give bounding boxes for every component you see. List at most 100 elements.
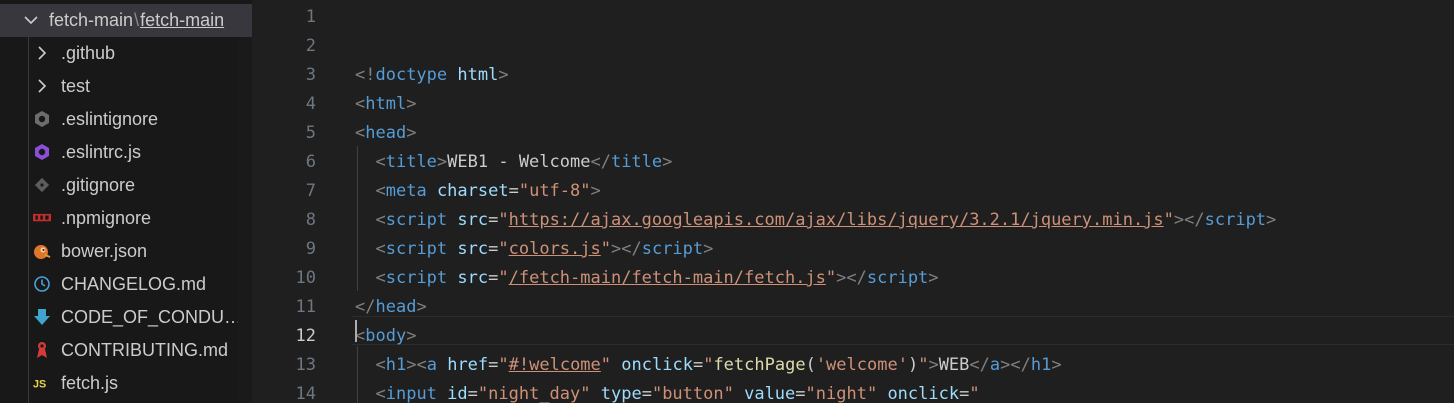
code-token: src — [457, 268, 489, 288]
code-line[interactable]: <title>WEB1 - Welcome</title> — [355, 148, 672, 177]
line-number: 4 — [305, 94, 316, 114]
code-line[interactable]: <script src="https://ajax.googleapis.com… — [355, 206, 1276, 235]
code-token: >< — [406, 355, 427, 375]
code-token: > — [1266, 210, 1277, 230]
line-number: 13 — [295, 355, 316, 375]
js-icon: JS — [33, 374, 51, 392]
line-number: 2 — [305, 36, 316, 56]
code-line[interactable]: <!doctype html> — [355, 61, 509, 90]
line-number: 8 — [305, 210, 316, 230]
tree-item-label: .eslintignore — [61, 109, 159, 129]
code-line[interactable]: </head> — [355, 293, 427, 322]
code-token: > — [436, 152, 448, 172]
tree-file-code-of-conduct[interactable]: CODE_OF_CONDUCT.md — [0, 301, 252, 334]
code-token: = — [488, 355, 499, 375]
code-token: html — [365, 94, 407, 114]
tree-item-label: CHANGELOG.md — [61, 274, 207, 294]
code-token: onclick — [887, 384, 960, 403]
download-arrow-icon — [33, 308, 51, 326]
code-token: > — [590, 181, 601, 201]
code-token: WEB1 - Welcome — [447, 152, 591, 172]
code-token: script — [866, 268, 929, 288]
tree-file-bower[interactable]: bower.json — [0, 235, 252, 268]
code-token: ></ — [1173, 210, 1205, 230]
code-editor[interactable]: 1 2 3 4 5 6 7 8 9 10 11 12 13 14 <!doctype html> <html… — [252, 0, 1454, 403]
code-token: <! — [355, 65, 376, 85]
code-token: < — [355, 123, 366, 143]
code-token: " — [498, 210, 509, 230]
line-number: 11 — [295, 297, 316, 317]
code-token: script — [385, 210, 448, 230]
code-token: " — [498, 239, 509, 259]
tree-file-eslintrc[interactable]: .eslintrc.js — [0, 136, 252, 169]
tree-file-contributing[interactable]: CONTRIBUTING.md — [0, 334, 252, 367]
explorer-scrollbar[interactable] — [238, 37, 252, 403]
code-token: " — [600, 355, 612, 375]
code-token: h1 — [385, 355, 407, 375]
code-token: colors.js — [508, 239, 601, 259]
tree-folder-github[interactable]: .github — [0, 37, 252, 70]
svg-text:JS: JS — [33, 379, 46, 391]
code-token: = — [692, 355, 704, 375]
explorer-root-folder[interactable]: fetch-main\fetch-main — [0, 4, 252, 37]
tree-folder-test[interactable]: test — [0, 70, 252, 103]
code-token: title — [385, 152, 437, 172]
tree-file-eslintignore[interactable]: .eslintignore — [0, 103, 252, 136]
code-token: < — [375, 239, 386, 259]
tree-file-gitignore[interactable]: .gitignore — [0, 169, 252, 202]
code-token: = — [641, 384, 652, 403]
line-number: 9 — [305, 239, 316, 259]
code-token: > — [406, 94, 417, 114]
tree-item-label: fetch.js — [61, 373, 119, 393]
code-token: fetchPage — [713, 355, 806, 375]
code-token: body — [365, 326, 407, 346]
code-token: doctype — [375, 65, 448, 85]
eslint-ignore-icon — [33, 110, 51, 128]
code-token: ></ — [836, 268, 867, 288]
code-token: > — [498, 65, 509, 85]
code-token: = — [795, 384, 806, 403]
code-token: meta — [385, 181, 427, 201]
tree-file-npmignore[interactable]: .npmignore — [0, 202, 252, 235]
tree-item-label: test — [61, 76, 91, 96]
code-token: script — [641, 239, 704, 259]
tree-item-label: .gitignore — [61, 175, 136, 195]
tree-file-fetch-js[interactable]: JS fetch.js — [0, 367, 252, 400]
changelog-icon — [33, 275, 51, 293]
text-cursor — [355, 320, 357, 342]
code-token: src — [457, 210, 489, 230]
code-token: = — [488, 268, 499, 288]
code-token: onclick — [621, 355, 693, 375]
code-token: < — [375, 355, 386, 375]
code-token: = — [959, 384, 970, 403]
code-line[interactable]: <h1><a href="#!welcome" onclick="fetchPa… — [355, 351, 1061, 380]
line-number: 7 — [305, 181, 316, 201]
code-line[interactable]: <body> — [355, 322, 416, 351]
code-token: " — [918, 355, 929, 375]
tree-file-changelog[interactable]: CHANGELOG.md — [0, 268, 252, 301]
code-line[interactable]: <head> — [355, 119, 416, 148]
code-token: "button" — [651, 384, 734, 403]
eslint-icon — [33, 143, 51, 161]
code-token: "night" — [805, 384, 878, 403]
code-line[interactable]: <script src="colors.js"></script> — [355, 235, 713, 264]
code-token: " — [1163, 210, 1174, 230]
current-line-highlight — [352, 316, 1454, 345]
code-line[interactable]: <input id="night_day" type="button" valu… — [355, 380, 979, 403]
code-token: script — [385, 239, 448, 259]
code-line[interactable]: <html> — [355, 90, 416, 119]
code-line[interactable]: <meta charset="utf-8"> — [355, 177, 601, 206]
code-token: " — [498, 355, 509, 375]
tree-item-label: CONTRIBUTING.md — [61, 340, 229, 360]
code-line[interactable]: <script src="/fetch-main/fetch-main/fetc… — [355, 264, 938, 293]
code-token: #!welcome — [508, 355, 601, 375]
code-token: html — [457, 65, 499, 85]
code-token: = — [508, 181, 519, 201]
